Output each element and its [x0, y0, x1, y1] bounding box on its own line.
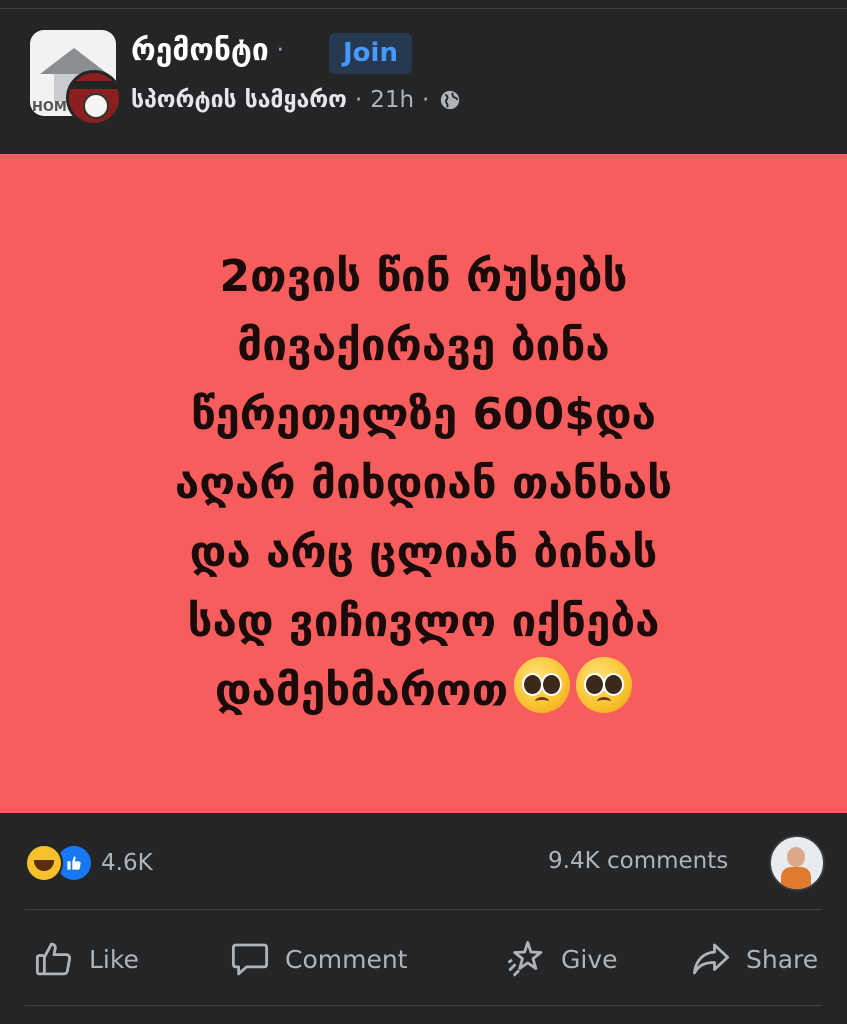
- comments-count-link[interactable]: 9.4K comments: [548, 848, 728, 874]
- post-text: 2თვის წინ რუსებს მივაქირავე ბინა წერეთელ…: [24, 242, 824, 725]
- post-header: [0, 9, 847, 154]
- avatar-head: [787, 847, 805, 867]
- pleading-face-emoji: [514, 657, 571, 713]
- post-text-line: წერეთელზე 600$და: [191, 389, 656, 440]
- group-name-link[interactable]: რემონტი: [131, 33, 269, 68]
- divider: [25, 1005, 822, 1006]
- action-bar: Like Comment Give Share: [0, 910, 847, 1005]
- pleading-face-emoji: [576, 657, 633, 713]
- commenter-avatar[interactable]: [769, 835, 825, 891]
- post-time[interactable]: 21h: [370, 87, 414, 113]
- give-button[interactable]: Give: [505, 938, 618, 980]
- soccer-ball-icon: [83, 93, 109, 119]
- separator-dot: ·: [276, 38, 284, 63]
- comment-button[interactable]: Comment: [229, 938, 408, 980]
- share-button[interactable]: Share: [690, 938, 818, 980]
- post-background-card: 2თვის წინ რუსებს მივაქირავე ბინა წერეთელ…: [0, 154, 847, 813]
- share-arrow-icon: [692, 943, 730, 975]
- reaction-count: 4.6K: [101, 850, 153, 876]
- group-avatar[interactable]: HOM: [30, 30, 122, 126]
- star-burst-icon: [507, 940, 543, 977]
- post-text-line: 2თვის წინ რუსებს: [219, 251, 628, 302]
- comment-icon: [231, 943, 269, 976]
- post-text-line: მივაქირავე ბინა: [237, 320, 610, 371]
- reactions-summary[interactable]: 4.6K: [25, 844, 153, 882]
- separator-dot: ·: [354, 87, 363, 113]
- globe-icon: [441, 90, 460, 110]
- post-text-line: აღარ მიხდიან თანხას: [174, 458, 673, 509]
- avatar-band: [69, 81, 119, 89]
- group-title: რემონტი ·: [131, 33, 296, 68]
- give-label: Give: [561, 944, 618, 974]
- post-text-line: და არც ცლიან ბინას: [189, 527, 658, 578]
- post-meta: სპორტის სამყარო · 21h ·: [131, 87, 461, 113]
- join-button[interactable]: Join: [329, 33, 412, 74]
- post-text-line: დამეხმაროთ: [214, 665, 509, 716]
- post-text-line: სად ვიჩივლო იქნება: [187, 596, 660, 647]
- share-label: Share: [746, 944, 819, 974]
- author-name-link[interactable]: სპორტის სამყარო: [131, 87, 347, 113]
- post-text-last-line: დამეხმაროთ: [24, 656, 824, 725]
- like-label: Like: [89, 944, 139, 974]
- author-avatar[interactable]: [66, 70, 122, 126]
- comment-label: Comment: [285, 944, 408, 974]
- separator-dot: ·: [422, 87, 430, 113]
- thumbs-up-icon: [35, 942, 72, 976]
- logo-text: HOM: [32, 100, 67, 115]
- like-button[interactable]: Like: [33, 938, 139, 980]
- avatar-shirt: [781, 867, 811, 889]
- haha-icon: [25, 844, 63, 882]
